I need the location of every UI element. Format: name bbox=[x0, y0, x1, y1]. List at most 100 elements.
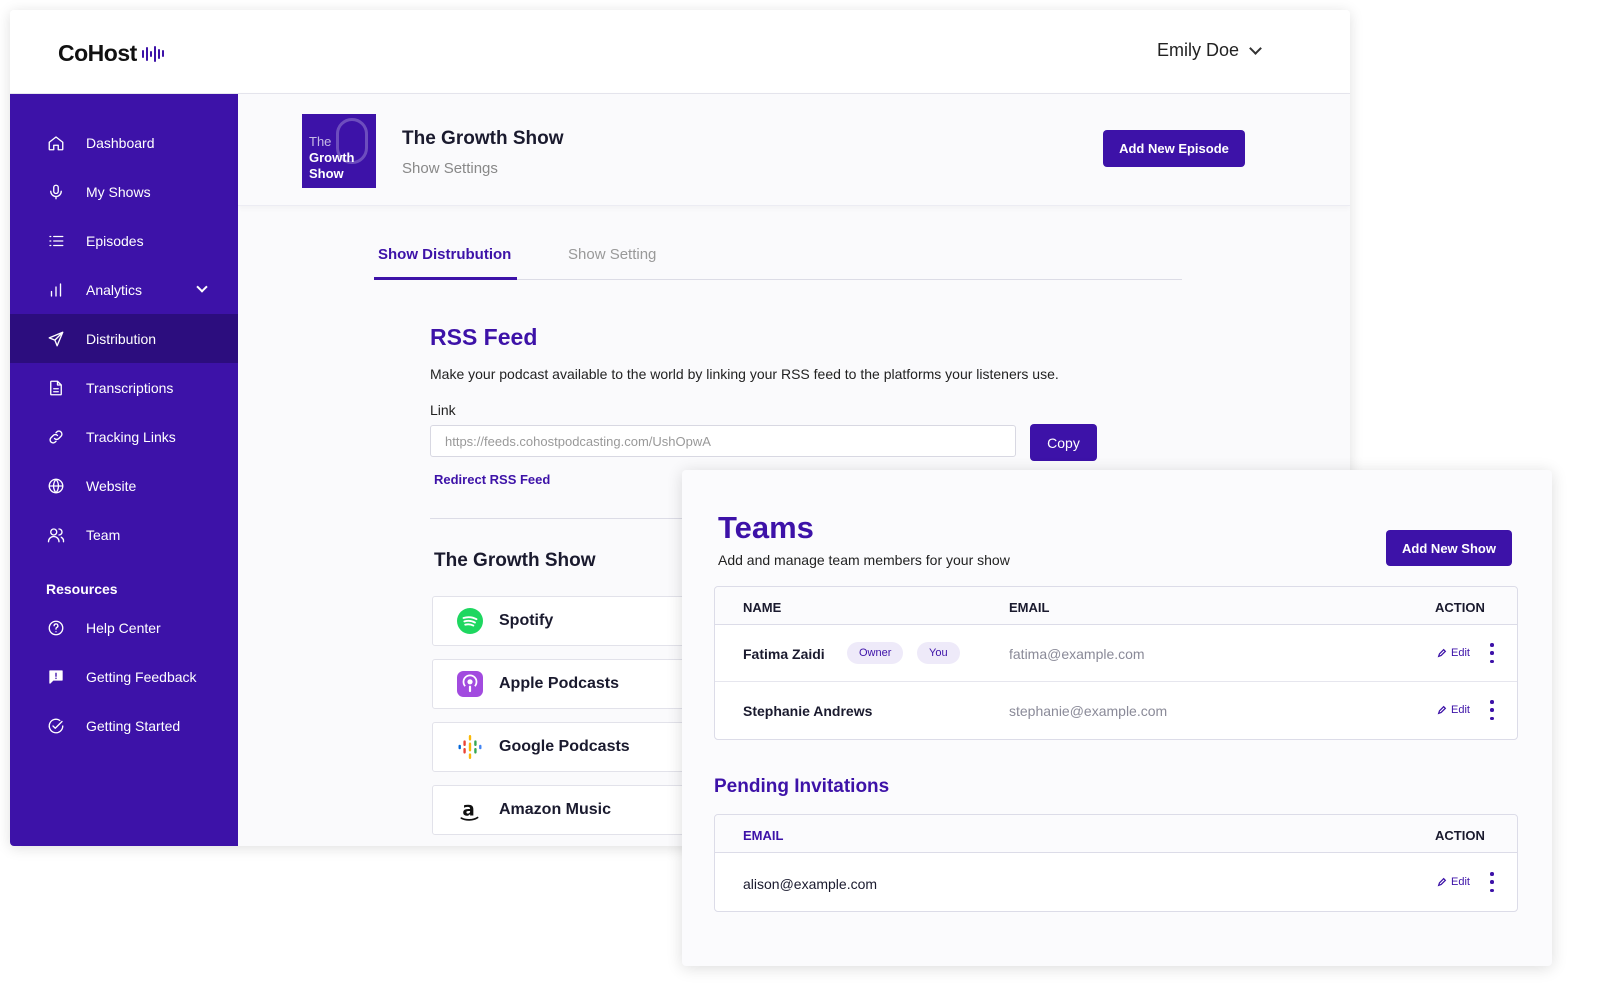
sidebar-item-label: Help Center bbox=[86, 619, 161, 636]
pencil-icon bbox=[1437, 705, 1447, 715]
sidebar-item-label: My Shows bbox=[86, 183, 151, 200]
edit-label: Edit bbox=[1451, 704, 1470, 716]
owner-badge: Owner bbox=[847, 642, 904, 664]
edit-label: Edit bbox=[1451, 876, 1470, 888]
sidebar-item-website[interactable]: Website bbox=[10, 461, 238, 510]
edit-button[interactable]: Edit bbox=[1437, 876, 1470, 888]
sidebar-item-tracking-links[interactable]: Tracking Links bbox=[10, 412, 238, 461]
you-badge: You bbox=[917, 642, 960, 664]
sidebar-item-my-shows[interactable]: My Shows bbox=[10, 167, 238, 216]
table-row: Fatima Zaidi Owner You fatima@example.co… bbox=[715, 625, 1517, 682]
logo-text-host: Host bbox=[87, 40, 138, 66]
tab-show-setting[interactable]: Show Setting bbox=[568, 246, 656, 263]
help-circle-icon bbox=[46, 618, 66, 638]
sidebar-item-label: Dashboard bbox=[86, 134, 155, 151]
teams-title: Teams bbox=[718, 510, 814, 545]
rss-feed-description: Make your podcast available to the world… bbox=[430, 366, 1059, 382]
more-options-icon[interactable] bbox=[1489, 643, 1495, 663]
rss-feed-title: RSS Feed bbox=[430, 324, 538, 350]
member-email: stephanie@example.com bbox=[1009, 703, 1168, 719]
sidebar-item-label: Getting Started bbox=[86, 717, 181, 734]
platform-label: Amazon Music bbox=[499, 801, 612, 818]
show-subtitle: Show Settings bbox=[402, 160, 498, 177]
tab-show-distribution[interactable]: Show Distrubution bbox=[378, 246, 511, 263]
more-options-icon[interactable] bbox=[1489, 872, 1495, 892]
sidebar-item-label: Episodes bbox=[86, 232, 144, 249]
active-tab-indicator bbox=[374, 277, 517, 280]
teams-panel: Teams Add and manage team members for yo… bbox=[682, 470, 1552, 966]
platform-label: Google Podcasts bbox=[499, 738, 630, 755]
team-members-table: NAME EMAIL ACTION Fatima Zaidi Owner You… bbox=[714, 586, 1518, 740]
resources-heading: Resources bbox=[46, 581, 118, 597]
add-new-show-button[interactable]: Add New Show bbox=[1386, 530, 1512, 566]
teams-subtitle: Add and manage team members for your sho… bbox=[718, 552, 1010, 568]
more-options-icon[interactable] bbox=[1489, 700, 1495, 720]
copy-button[interactable]: Copy bbox=[1030, 424, 1097, 461]
table-row: Stephanie Andrews stephanie@example.com … bbox=[715, 682, 1517, 739]
platform-label: Spotify bbox=[499, 612, 554, 629]
sidebar-item-label: Website bbox=[86, 477, 137, 494]
sidebar-item-dashboard[interactable]: Dashboard bbox=[10, 118, 238, 167]
sidebar-item-label: Distribution bbox=[86, 330, 157, 347]
logo-text-co: Co bbox=[58, 40, 88, 66]
show-header: The Growth Show The Growth Show Show Set… bbox=[238, 94, 1350, 206]
member-name: Fatima Zaidi bbox=[743, 646, 825, 662]
platform-google-podcasts[interactable]: Google Podcasts bbox=[432, 722, 692, 772]
sidebar-item-analytics[interactable]: Analytics bbox=[10, 265, 238, 314]
cover-text: Show bbox=[309, 166, 344, 181]
platform-spotify[interactable]: Spotify bbox=[432, 596, 692, 646]
top-bar: Co Host Emily Doe bbox=[10, 10, 1350, 94]
sidebar-item-label: Tracking Links bbox=[86, 428, 176, 445]
sidebar-item-team[interactable]: Team bbox=[10, 510, 238, 559]
member-email: fatima@example.com bbox=[1009, 646, 1145, 662]
sidebar-item-getting-started[interactable]: Getting Started bbox=[10, 701, 238, 750]
show-cover-image: The Growth Show bbox=[302, 114, 376, 188]
cover-text: Growth bbox=[309, 150, 355, 165]
edit-button[interactable]: Edit bbox=[1437, 704, 1470, 716]
globe-icon bbox=[46, 476, 66, 496]
redirect-rss-feed-link[interactable]: Redirect RSS Feed bbox=[434, 472, 550, 487]
amazon-icon: a bbox=[457, 797, 483, 823]
column-header-name: NAME bbox=[743, 600, 782, 615]
sidebar-item-help-center[interactable]: Help Center bbox=[10, 603, 238, 652]
pencil-icon bbox=[1437, 877, 1447, 887]
platform-apple-podcasts[interactable]: Apple Podcasts bbox=[432, 659, 692, 709]
pending-invitations-title: Pending Invitations bbox=[714, 776, 890, 797]
edit-button[interactable]: Edit bbox=[1437, 647, 1470, 659]
member-name: Stephanie Andrews bbox=[743, 703, 873, 719]
chevron-down-icon[interactable] bbox=[196, 281, 208, 293]
cover-text: The bbox=[309, 134, 332, 149]
cohost-logo[interactable]: Co Host bbox=[58, 40, 164, 67]
sidebar-item-transcriptions[interactable]: Transcriptions bbox=[10, 363, 238, 412]
sidebar-item-episodes[interactable]: Episodes bbox=[10, 216, 238, 265]
pending-invitations-table: EMAIL ACTION alison@example.com Edit bbox=[714, 814, 1518, 912]
sidebar-item-label: Analytics bbox=[86, 281, 143, 298]
users-icon bbox=[46, 525, 66, 545]
platforms-show-title: The Growth Show bbox=[434, 550, 596, 571]
spotify-icon bbox=[457, 608, 483, 634]
sidebar-item-label: Transcriptions bbox=[86, 379, 174, 396]
platform-amazon-music[interactable]: a Amazon Music bbox=[432, 785, 692, 835]
tab-bar: Show Distrubution Show Setting bbox=[374, 234, 1182, 280]
section-divider bbox=[430, 518, 690, 519]
sidebar-item-getting-feedback[interactable]: Getting Feedback bbox=[10, 652, 238, 701]
microphone-icon bbox=[46, 182, 66, 202]
rss-link-input[interactable] bbox=[430, 425, 1016, 457]
sidebar-item-label: Getting Feedback bbox=[86, 668, 197, 685]
svg-text:a: a bbox=[462, 799, 474, 820]
column-header-action: ACTION bbox=[1435, 600, 1485, 615]
link-label: Link bbox=[430, 402, 456, 418]
apple-podcasts-icon bbox=[457, 671, 483, 697]
invite-email: alison@example.com bbox=[743, 876, 878, 892]
sidebar-item-label: Team bbox=[86, 526, 121, 543]
platform-label: Apple Podcasts bbox=[499, 675, 620, 692]
column-header-action: ACTION bbox=[1435, 828, 1485, 843]
list-icon bbox=[46, 231, 66, 251]
table-header: EMAIL ACTION bbox=[715, 815, 1517, 853]
user-menu[interactable]: Emily Doe bbox=[1157, 40, 1262, 61]
table-row: alison@example.com Edit bbox=[715, 853, 1517, 911]
table-header: NAME EMAIL ACTION bbox=[715, 587, 1517, 625]
add-new-episode-button[interactable]: Add New Episode bbox=[1103, 130, 1245, 167]
chevron-down-icon bbox=[1249, 41, 1262, 55]
sidebar-item-distribution[interactable]: Distribution bbox=[10, 314, 238, 363]
